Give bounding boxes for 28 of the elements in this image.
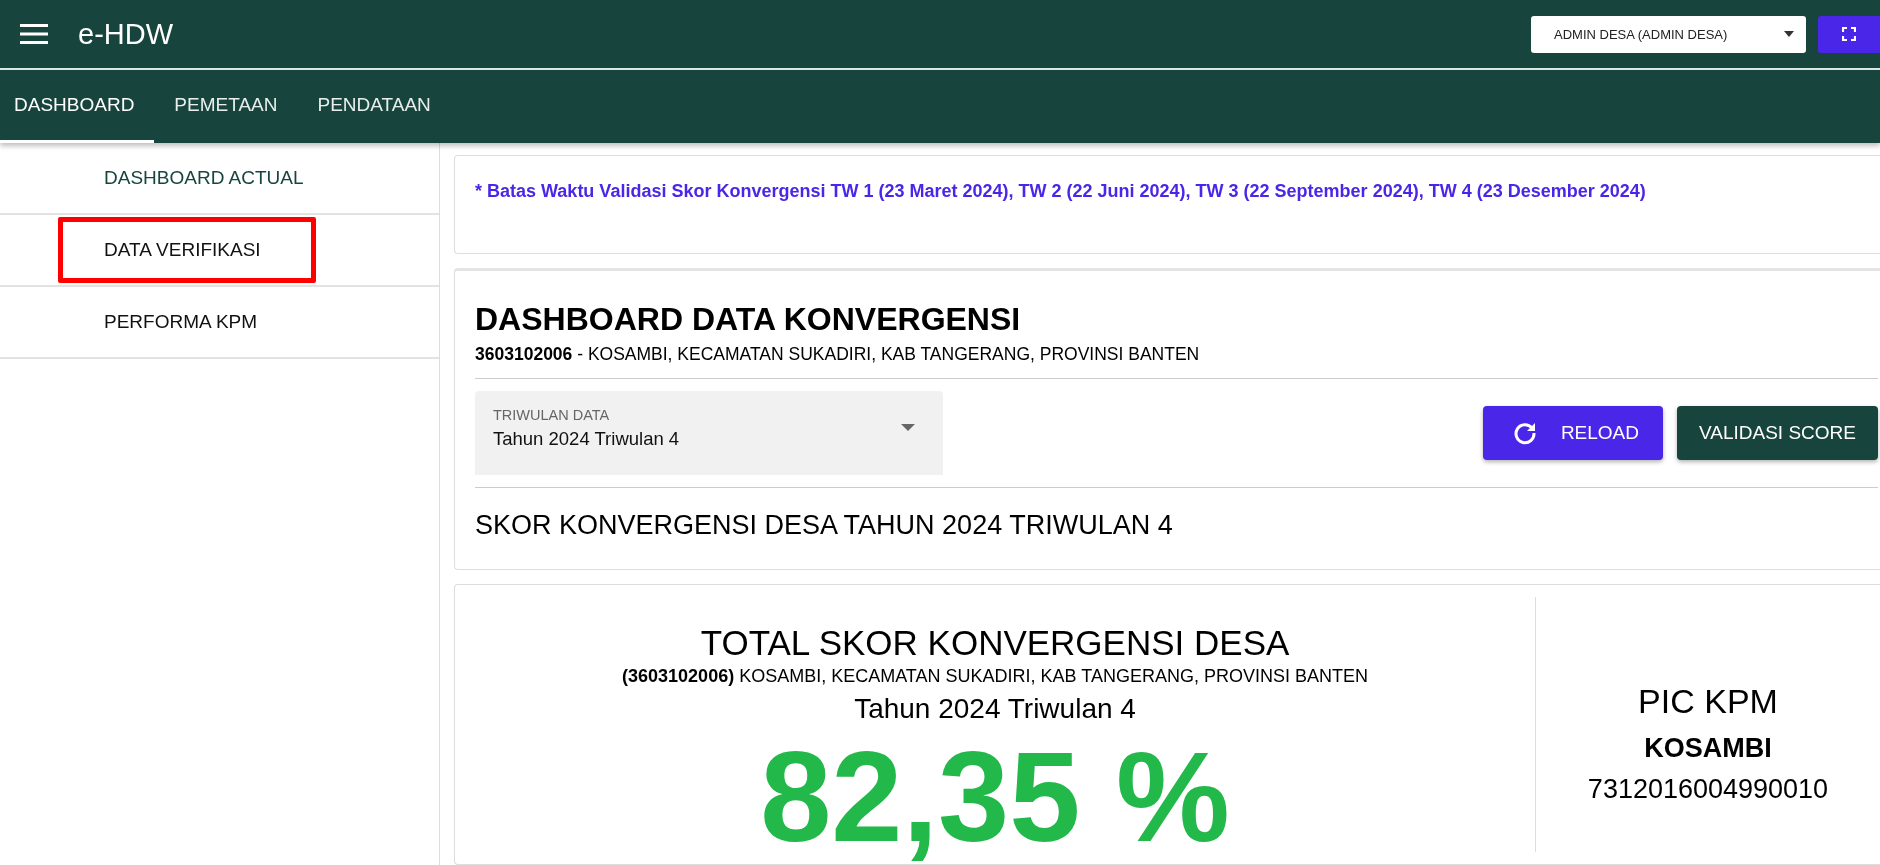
validate-button[interactable]: VALIDASI SCORE	[1677, 406, 1878, 461]
nav-tab[interactable]: PEMETAAN	[160, 70, 298, 143]
sidebar-item[interactable]: DATA VERIFIKASI	[58, 217, 316, 283]
user-select[interactable]: ADMIN DESA (ADMIN DESA)	[1531, 15, 1806, 53]
pic-title: PIC KPM	[1637, 682, 1779, 722]
sidebar-item[interactable]: DASHBOARD ACTUAL	[58, 145, 316, 211]
pic-name: KOSAMBI	[1643, 733, 1773, 765]
dashboard-title: DASHBOARD DATA KONVERGENSI	[475, 301, 1022, 339]
quarter-select[interactable]: TRIWULAN DATA Tahun 2024 Triwulan 4	[475, 391, 943, 476]
caret-icon	[901, 424, 915, 432]
sidebar-item[interactable]: PERFORMA KPM	[58, 289, 316, 355]
total-title: TOTAL SKOR KONVERGENSI DESA	[699, 623, 1291, 664]
fullscreen-icon	[1842, 27, 1856, 41]
app-title: e-HDW	[78, 17, 174, 51]
nav-tab[interactable]: DASHBOARD	[0, 70, 155, 143]
location-text: (3603102006) KOSAMBI, KECAMATAN SUKADIRI, KAB TANGERANG, PROVINSI BANTEN	[621, 666, 1369, 688]
location-text: 3603102006 - KOSAMBI, KECAMATAN SUKADIRI, KAB TANGERANG, PROVINSI BANTEN	[475, 344, 1201, 366]
pic-number: 7312016004990010	[1586, 774, 1830, 806]
period-text: Tahun 2024 Triwulan 4	[853, 693, 1137, 726]
caret-icon	[1784, 31, 1794, 37]
score-value: 82,35 %	[759, 733, 1231, 862]
refresh-icon	[1512, 421, 1537, 446]
menu-icon[interactable]	[20, 24, 48, 44]
deadline-notice: * Batas Waktu Validasi Skor Konvergensi TW 1 (23 Maret 2024), TW 2 (22 Juni 2024), TW 3 (22 September 2024), TW 4 (23 Desember 2024)	[454, 155, 1880, 255]
nav-tab[interactable]: PENDATAAN	[303, 70, 451, 143]
fullscreen-button[interactable]	[1818, 15, 1880, 53]
reload-button[interactable]: RELOAD	[1482, 406, 1663, 461]
score-heading: SKOR KONVERGENSI DESA TAHUN 2024 TRIWULAN 4	[475, 509, 1174, 543]
